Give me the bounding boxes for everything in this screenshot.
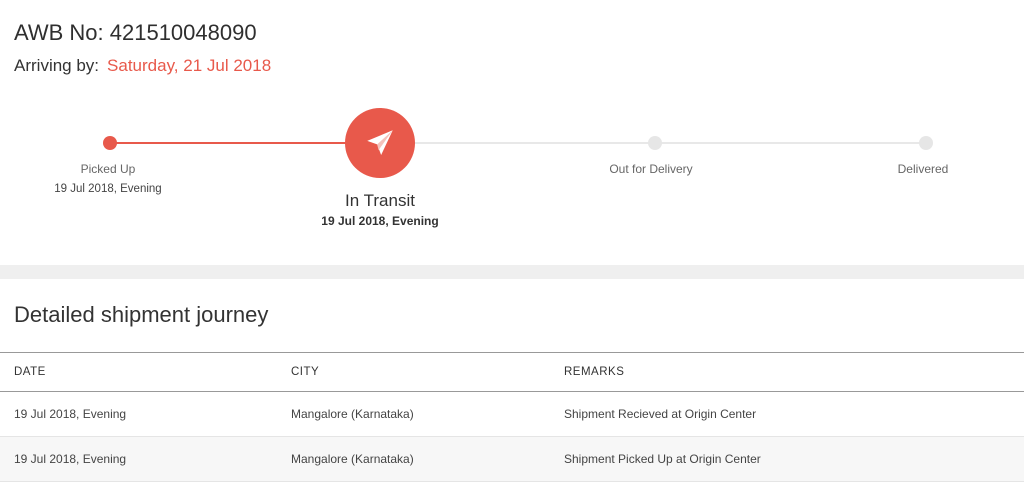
stage-date-picked-up: 19 Jul 2018, Evening [54, 183, 162, 195]
column-header-city: CITY [277, 352, 550, 392]
progress-fill [110, 142, 380, 144]
journey-title: Detailed shipment journey [14, 302, 269, 327]
arriving-by: Arriving by: Saturday, 21 Jul 2018 [14, 56, 271, 76]
arriving-label: Arriving by: [14, 56, 100, 75]
cell-city: Mangalore (Karnataka) [277, 436, 550, 482]
cell-remarks: Shipment Recieved at Origin Center [550, 391, 1024, 437]
stage-date-in-transit: 19 Jul 2018, Evening [321, 214, 439, 228]
column-header-date: DATE [0, 352, 277, 392]
cell-date: 19 Jul 2018, Evening [0, 436, 277, 482]
table-header-row: DATE CITY REMARKS [0, 352, 1024, 392]
awb-number: AWB No: 421510048090 [14, 20, 257, 45]
column-header-remarks: REMARKS [550, 352, 1024, 392]
arriving-date: Saturday, 21 Jul 2018 [107, 56, 272, 75]
shipment-progress-tracker: Picked Up 19 Jul 2018, Evening In Transi… [0, 100, 1024, 250]
cell-city: Mangalore (Karnataka) [277, 391, 550, 437]
stage-dot-picked-up [103, 136, 117, 150]
current-stage-badge [345, 108, 415, 178]
section-divider [0, 265, 1024, 279]
stage-label-in-transit: In Transit [345, 191, 415, 210]
cell-remarks: Shipment Picked Up at Origin Center [550, 436, 1024, 482]
journey-table: DATE CITY REMARKS 19 Jul 2018, Evening M… [0, 352, 1024, 482]
paper-plane-icon [367, 130, 393, 156]
stage-label-delivered: Delivered [897, 162, 949, 176]
cell-date: 19 Jul 2018, Evening [0, 391, 277, 437]
stage-dot-out-for-delivery [648, 136, 662, 150]
stage-label-out-for-delivery: Out for Delivery [609, 162, 693, 176]
stage-dot-delivered [919, 136, 933, 150]
stage-label-picked-up: Picked Up [80, 162, 136, 176]
table-row: 19 Jul 2018, Evening Mangalore (Karnatak… [0, 391, 1024, 437]
table-row: 19 Jul 2018, Evening Mangalore (Karnatak… [0, 436, 1024, 482]
